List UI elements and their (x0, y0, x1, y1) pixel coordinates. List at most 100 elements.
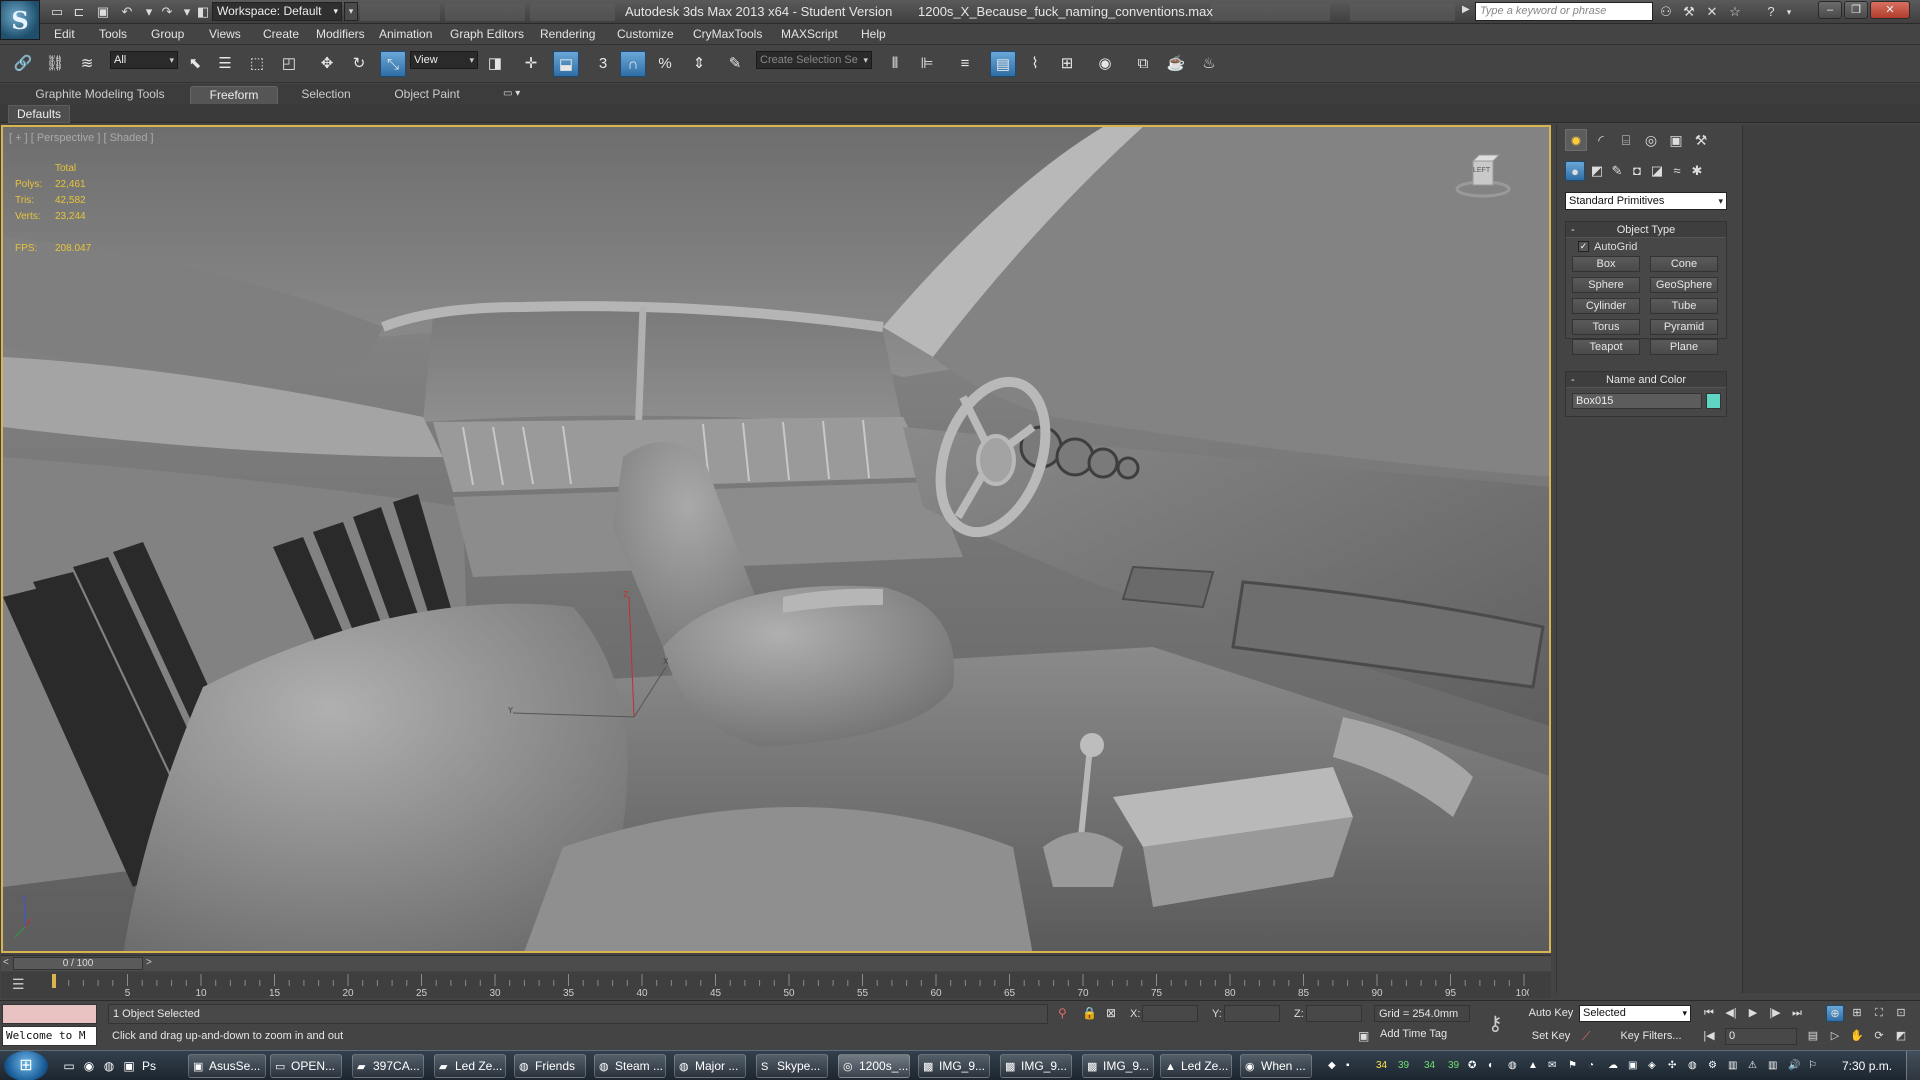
menu-help[interactable]: Help (861, 27, 886, 41)
open-file-icon[interactable]: ⊏ (70, 3, 88, 21)
quick-access-dropdown[interactable]: ▾ (344, 2, 358, 21)
infocenter-search-input[interactable]: Type a keyword or phrase (1475, 2, 1653, 21)
select-and-scale-icon[interactable]: ⤡ (380, 51, 406, 77)
tray-app-icon[interactable]: ▲ (1528, 1059, 1538, 1073)
workspace-select[interactable]: Workspace: Default ▾ (212, 2, 342, 21)
tube-button[interactable]: Tube (1650, 298, 1718, 314)
defaults-panel-tab[interactable]: Defaults (8, 105, 71, 123)
tray-app-icon[interactable]: ▣ (1628, 1059, 1637, 1073)
pivot-center-icon[interactable]: ◨ (482, 51, 508, 77)
close-button[interactable]: ✕ (1870, 1, 1910, 19)
tray-app-icon[interactable]: ⚑ (1568, 1059, 1577, 1073)
task-vlc-led-ze[interactable]: ▲ Led Ze... (1160, 1054, 1232, 1078)
tab-hierarchy[interactable]: ⌸ (1615, 129, 1637, 151)
menu-modifiers[interactable]: Modifiers (316, 27, 365, 41)
pan-view-icon[interactable]: ✋ (1848, 1028, 1866, 1045)
keyboard-shortcut-override-icon[interactable]: ⬓ (553, 51, 579, 77)
box-button[interactable]: Box (1572, 256, 1640, 272)
named-selection-set-select[interactable]: Create Selection Se ▾ (756, 51, 872, 69)
tab-graphite-modeling-tools[interactable]: Graphite Modeling Tools (20, 86, 180, 104)
orbit-icon[interactable]: ⟳ (1870, 1028, 1888, 1045)
tab-object-paint[interactable]: Object Paint (382, 86, 472, 104)
task-friends[interactable]: ◍ Friends (514, 1054, 586, 1078)
track-bar[interactable]: ☰ 5 10 15 20 25 30 35 40 45 50 55 60 65 70 75 80 85 90 95 1… (1, 972, 1551, 998)
spacewarps-category-icon[interactable]: ≈ (1667, 161, 1687, 181)
menu-create[interactable]: Create (263, 27, 299, 41)
tray-app-icon[interactable]: ◈ (1648, 1059, 1656, 1073)
show-desktop-button[interactable] (1906, 1051, 1920, 1080)
new-file-icon[interactable]: ▭ (48, 3, 66, 21)
systems-category-icon[interactable]: ✱ (1687, 161, 1707, 181)
next-frame-icon[interactable]: |▶ (1766, 1005, 1784, 1022)
menu-crymaxtools[interactable]: CryMaxTools (693, 27, 762, 41)
geometry-category-icon[interactable]: ● (1565, 161, 1585, 181)
time-slider[interactable]: < 0 / 100 > (1, 955, 1551, 971)
tray-app-icon[interactable]: ⚠ (1748, 1059, 1757, 1073)
tray-app-icon[interactable]: ⚙ (1708, 1059, 1717, 1073)
align-icon[interactable]: ⊫ (914, 51, 940, 77)
time-slider-prev-icon[interactable]: < (3, 957, 9, 968)
selection-lock-icon[interactable]: 🔒 (1082, 1006, 1097, 1020)
material-editor-icon[interactable]: ◉ (1092, 51, 1118, 77)
window-crossing-icon[interactable]: ◰ (276, 51, 302, 77)
y-coordinate-field[interactable] (1224, 1005, 1280, 1022)
tray-app-icon[interactable]: ✉ (1548, 1059, 1556, 1073)
menu-graph-editors[interactable]: Graph Editors (450, 27, 524, 41)
rectangular-selection-icon[interactable]: ⬚ (244, 51, 270, 77)
isolate-selection-icon[interactable]: ⚲ (1058, 1006, 1067, 1020)
binoculars-icon[interactable]: ⚇ (1657, 3, 1675, 21)
task-steam[interactable]: ◍ Steam ... (594, 1054, 666, 1078)
previous-frame-icon[interactable]: ◀| (1722, 1005, 1740, 1022)
menu-rendering[interactable]: Rendering (540, 27, 595, 41)
tray-app-icon[interactable]: ▥ (1728, 1059, 1737, 1073)
x-coordinate-field[interactable] (1142, 1005, 1198, 1022)
select-and-manipulate-icon[interactable]: ✛ (518, 51, 544, 77)
zoom-all-icon[interactable]: ⊞ (1848, 1005, 1866, 1022)
primitive-category-select[interactable]: Standard Primitives ▾ (1565, 192, 1727, 210)
play-icon[interactable]: ▶ (1744, 1005, 1762, 1022)
project-folder-icon[interactable]: ◧ (194, 3, 212, 21)
perspective-viewport[interactable]: Z Y X z [ + ] [ Perspective ] [ Shaded ]… (1, 125, 1551, 953)
time-slider-next-icon[interactable]: > (146, 957, 152, 968)
object-type-rollout-header[interactable]: - Object Type (1566, 222, 1726, 238)
menu-maxscript[interactable]: MAXScript (781, 27, 838, 41)
maxscript-listener-output[interactable] (2, 1004, 97, 1024)
graphite-toggle-icon[interactable]: ▤ (990, 51, 1016, 77)
select-object-icon[interactable]: ⬉ (182, 51, 208, 77)
save-icon[interactable]: ▣ (94, 3, 112, 21)
teapot-button[interactable]: Teapot (1572, 339, 1640, 355)
tray-app-icon[interactable]: ◐ (1488, 1059, 1494, 1073)
plane-button[interactable]: Plane (1650, 339, 1718, 355)
task-skype[interactable]: S Skype... (756, 1054, 828, 1078)
tray-app-icon[interactable]: ◆ (1328, 1059, 1336, 1073)
set-key-icon[interactable]: ⚷ (1488, 1011, 1503, 1036)
unlink-icon[interactable]: ⛓ (42, 51, 68, 77)
tray-app-icon[interactable]: ◍ (1508, 1059, 1517, 1073)
photoshop-quick-icon[interactable]: Ps (140, 1057, 158, 1075)
tab-utilities[interactable]: ⚒ (1690, 129, 1712, 151)
set-key-button[interactable]: Set Key (1526, 1028, 1576, 1045)
snaps-toggle-icon[interactable]: 3 (590, 51, 616, 77)
angle-snap-icon[interactable]: ∩ (620, 51, 646, 77)
menu-edit[interactable]: Edit (54, 27, 75, 41)
torus-button[interactable]: Torus (1572, 319, 1640, 335)
tray-app-icon[interactable]: ◍ (1688, 1059, 1697, 1073)
helpers-category-icon[interactable]: ◪ (1647, 161, 1667, 181)
z-coordinate-field[interactable] (1306, 1005, 1362, 1022)
tray-app-icon[interactable]: ▪ (1346, 1059, 1350, 1073)
time-configuration-icon[interactable]: ▤ (1804, 1028, 1822, 1045)
key-mode-toggle-icon[interactable]: |◀ (1700, 1028, 1718, 1045)
ribbon-options-icon[interactable]: ▭ ▾ (503, 88, 520, 99)
select-and-link-icon[interactable]: 🔗 (10, 51, 36, 77)
go-to-end-icon[interactable]: ⏭ (1788, 1005, 1806, 1022)
sphere-button[interactable]: Sphere (1572, 277, 1640, 293)
selection-set-keys-select[interactable]: Selected ▾ (1579, 1005, 1691, 1022)
menu-customize[interactable]: Customize (617, 27, 674, 41)
app-logo[interactable]: S (0, 0, 40, 40)
maximize-viewport-icon[interactable]: ◩ (1892, 1028, 1910, 1045)
viewcube[interactable]: LEFT (1453, 151, 1513, 199)
tray-app-icon[interactable]: ☁ (1608, 1059, 1618, 1073)
selection-filter-select[interactable]: All ▾ (110, 51, 178, 69)
percent-snap-icon[interactable]: % (652, 51, 678, 77)
tab-freeform[interactable]: Freeform (190, 86, 278, 104)
